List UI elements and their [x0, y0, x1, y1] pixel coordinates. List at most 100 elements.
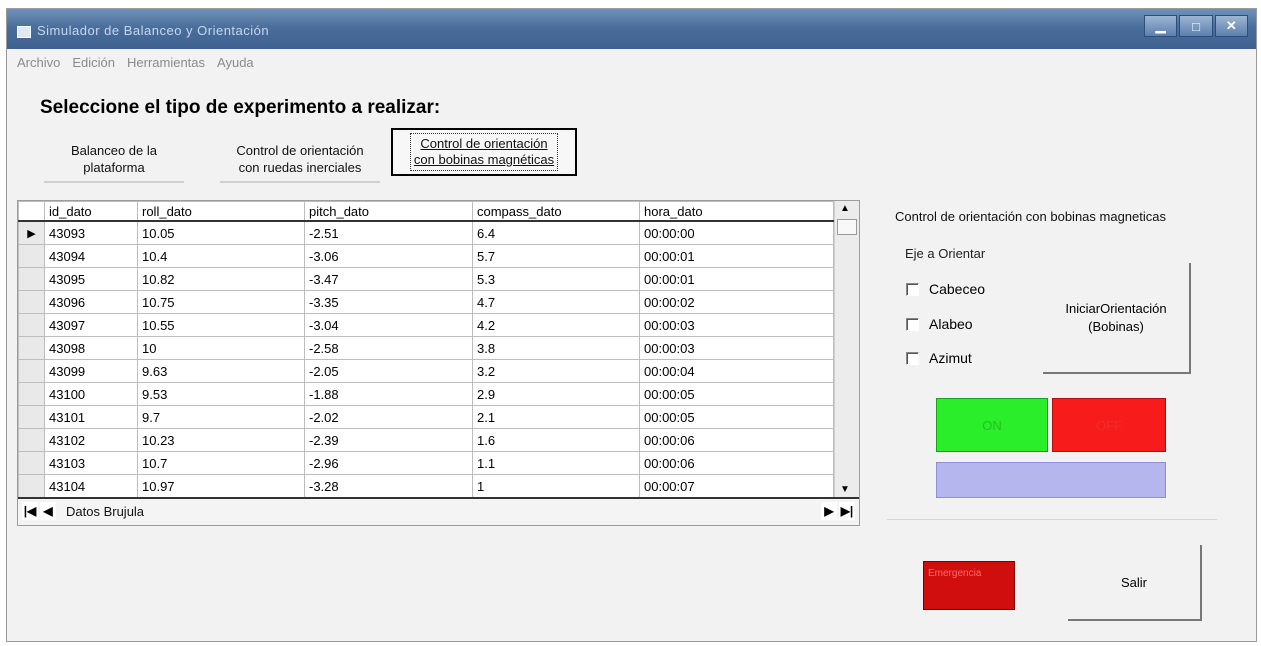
menu-edicion[interactable]: Edición [72, 55, 115, 75]
table-cell[interactable]: -2.58 [304, 336, 473, 360]
table-cell[interactable]: -2.96 [304, 451, 473, 475]
table-cell[interactable]: 43101 [44, 405, 138, 429]
table-cell[interactable]: 00:00:04 [639, 359, 834, 383]
table-cell[interactable]: 10.4 [137, 244, 305, 268]
table-cell[interactable]: 00:00:03 [639, 336, 834, 360]
table-cell[interactable]: 43098 [44, 336, 138, 360]
column-header[interactable]: pitch_dato [304, 201, 473, 222]
scroll-down-icon[interactable]: ▼ [840, 484, 850, 495]
iniciar-orientacion-button[interactable]: IniciarOrientación (Bobinas) [1043, 263, 1191, 374]
previous-record-icon[interactable]: ◀ [40, 502, 56, 520]
table-cell[interactable]: 00:00:05 [639, 382, 834, 406]
table-cell[interactable]: -2.39 [304, 428, 473, 452]
table-row[interactable]: 43096 10.75 -3.35 4.7 00:00:02 [18, 290, 834, 314]
table-row[interactable]: 43095 10.82 -3.47 5.3 00:00:01 [18, 267, 834, 291]
table-cell[interactable]: 10.55 [137, 313, 305, 337]
table-cell[interactable]: 10.82 [137, 267, 305, 291]
table-cell[interactable]: 00:00:05 [639, 405, 834, 429]
table-cell[interactable]: 2.9 [472, 382, 640, 406]
column-header[interactable]: roll_dato [137, 201, 305, 222]
data-grid[interactable]: id_dato roll_dato pitch_dato compass_dat… [17, 200, 860, 526]
table-cell[interactable]: 00:00:01 [639, 244, 834, 268]
table-row[interactable]: 43097 10.55 -3.04 4.2 00:00:03 [18, 313, 834, 337]
bobinas-magneticas-button[interactable]: Control de orientación con bobinas magnét… [391, 128, 577, 176]
table-cell[interactable]: 10.05 [137, 220, 305, 245]
table-cell[interactable]: 00:00:01 [639, 267, 834, 291]
checkbox-azimut[interactable]: Azimut [906, 350, 972, 366]
checkbox-alabeo[interactable]: Alabeo [906, 316, 973, 332]
maximize-button[interactable]: □ [1179, 15, 1213, 37]
menu-ayuda[interactable]: Ayuda [217, 55, 254, 75]
table-cell[interactable]: 00:00:00 [639, 220, 834, 245]
table-cell[interactable]: -3.47 [304, 267, 473, 291]
table-row[interactable]: ▶ 43093 10.05 -2.51 6.4 00:00:00 [18, 220, 834, 245]
table-cell[interactable]: 00:00:06 [639, 451, 834, 475]
row-selector[interactable] [18, 244, 45, 268]
row-selector[interactable] [18, 336, 45, 360]
table-cell[interactable]: 43093 [44, 220, 138, 245]
menu-herramientas[interactable]: Herramientas [127, 55, 205, 75]
scroll-thumb[interactable] [837, 219, 857, 235]
table-cell[interactable]: 3.8 [472, 336, 640, 360]
table-cell[interactable]: 10.23 [137, 428, 305, 452]
table-cell[interactable]: 10.7 [137, 451, 305, 475]
table-cell[interactable]: 9.53 [137, 382, 305, 406]
row-selector[interactable] [18, 474, 45, 498]
table-cell[interactable]: 1.1 [472, 451, 640, 475]
table-cell[interactable]: -3.04 [304, 313, 473, 337]
table-cell[interactable]: 43104 [44, 474, 138, 498]
table-row[interactable]: 43099 9.63 -2.05 3.2 00:00:04 [18, 359, 834, 383]
table-cell[interactable]: 2.1 [472, 405, 640, 429]
column-header[interactable]: hora_dato [639, 201, 834, 222]
checkbox-cabeceo[interactable]: Cabeceo [906, 281, 985, 297]
table-row[interactable]: 43103 10.7 -2.96 1.1 00:00:06 [18, 451, 834, 475]
row-selector[interactable] [18, 290, 45, 314]
row-selector[interactable] [18, 451, 45, 475]
table-cell[interactable]: -3.06 [304, 244, 473, 268]
exit-button[interactable]: Salir [1068, 545, 1202, 621]
table-cell[interactable]: 4.7 [472, 290, 640, 314]
table-row[interactable]: 43098 10 -2.58 3.8 00:00:03 [18, 336, 834, 360]
vertical-scrollbar[interactable]: ▲ ▼ [834, 201, 859, 497]
minimize-button[interactable]: ▁ [1144, 15, 1178, 37]
table-cell[interactable]: -3.28 [304, 474, 473, 498]
table-cell[interactable]: 00:00:06 [639, 428, 834, 452]
table-cell[interactable]: 6.4 [472, 220, 640, 245]
table-cell[interactable]: 4.2 [472, 313, 640, 337]
last-record-icon[interactable]: ▶| [839, 502, 855, 520]
table-row[interactable]: 43094 10.4 -3.06 5.7 00:00:01 [18, 244, 834, 268]
scroll-up-icon[interactable]: ▲ [840, 203, 850, 214]
table-cell[interactable]: 5.3 [472, 267, 640, 291]
row-selector[interactable]: ▶ [18, 220, 45, 245]
column-header[interactable]: id_dato [44, 201, 138, 222]
table-cell[interactable]: 10.97 [137, 474, 305, 498]
emergency-stop-button[interactable]: Emergencia [923, 561, 1015, 610]
table-cell[interactable]: 43100 [44, 382, 138, 406]
table-cell[interactable]: 10 [137, 336, 305, 360]
table-cell[interactable]: 43103 [44, 451, 138, 475]
table-cell[interactable]: 9.7 [137, 405, 305, 429]
row-selector[interactable] [18, 405, 45, 429]
table-cell[interactable]: 43096 [44, 290, 138, 314]
close-button[interactable]: ✕ [1214, 15, 1248, 37]
table-row[interactable]: 43102 10.23 -2.39 1.6 00:00:06 [18, 428, 834, 452]
table-cell[interactable]: -2.51 [304, 220, 473, 245]
menu-archivo[interactable]: Archivo [17, 55, 60, 75]
column-header[interactable]: compass_dato [472, 201, 640, 222]
table-cell[interactable]: 43099 [44, 359, 138, 383]
first-record-icon[interactable]: |◀ [22, 502, 38, 520]
table-cell[interactable]: 5.7 [472, 244, 640, 268]
checkbox-box[interactable] [906, 317, 919, 331]
table-cell[interactable]: 3.2 [472, 359, 640, 383]
table-cell[interactable]: 43097 [44, 313, 138, 337]
table-cell[interactable]: -3.35 [304, 290, 473, 314]
table-cell[interactable]: 00:00:02 [639, 290, 834, 314]
table-cell[interactable]: 00:00:03 [639, 313, 834, 337]
table-cell[interactable]: 1 [472, 474, 640, 498]
table-cell[interactable]: 9.63 [137, 359, 305, 383]
ruedas-inerciales-button[interactable]: Control de orientación con ruedas inercia… [220, 137, 380, 183]
row-selector[interactable] [18, 267, 45, 291]
table-cell[interactable]: -1.88 [304, 382, 473, 406]
balanceo-plataforma-button[interactable]: Balanceo de la plataforma [44, 137, 184, 183]
row-selector[interactable] [18, 313, 45, 337]
